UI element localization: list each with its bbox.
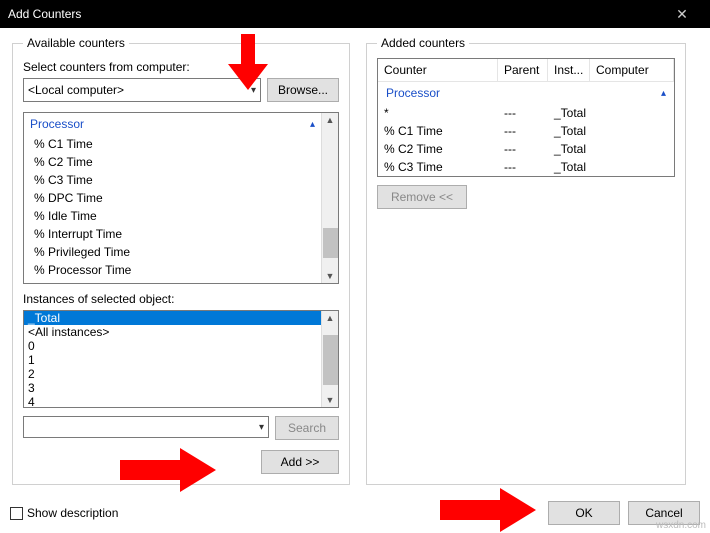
counters-scrollbar[interactable]: ▲ ▼ [321,113,338,283]
table-row[interactable]: % C2 Time---_Total [378,140,674,158]
added-counters-group: Added counters Counter Parent Inst... Co… [366,36,686,485]
counter-item[interactable]: % C1 Time [24,135,321,153]
instance-item[interactable]: 2 [24,367,321,381]
col-computer[interactable]: Computer [590,59,674,81]
counter-item[interactable]: % DPC Time [24,189,321,207]
table-cell: --- [498,140,548,158]
table-cell: _Total [548,122,590,140]
available-counters-group: Available counters Select counters from … [12,36,350,485]
checkbox-icon[interactable] [10,507,23,520]
col-counter[interactable]: Counter [378,59,498,81]
instances-scrollbar[interactable]: ▲ ▼ [321,311,338,407]
counters-listbox[interactable]: Processor ▴ % C1 Time% C2 Time% C3 Time%… [23,112,339,284]
counter-group-header[interactable]: Processor ▴ [24,113,321,135]
ok-button[interactable]: OK [548,501,620,525]
chevron-down-icon: ▾ [259,422,264,433]
counter-group-name: Processor [30,117,84,131]
scroll-down-icon[interactable]: ▼ [326,393,335,407]
dialog-footer: Show description OK Cancel [10,501,700,525]
remove-button[interactable]: Remove << [377,185,467,209]
instance-item[interactable]: _Total [24,311,321,325]
scroll-up-icon[interactable]: ▲ [326,311,335,325]
table-cell [590,122,674,140]
table-cell: * [378,104,498,122]
counter-item[interactable]: % Idle Time [24,207,321,225]
select-computer-label: Select counters from computer: [23,60,339,74]
watermark: wsxdn.com [656,520,706,531]
counter-item[interactable]: % Processor Time [24,261,321,279]
scroll-up-icon[interactable]: ▲ [326,113,335,127]
computer-dropdown[interactable]: <Local computer> ▾ [23,78,261,102]
chevron-up-icon: ▴ [310,119,315,130]
titlebar: Add Counters ✕ [0,0,710,28]
counter-item[interactable]: % Privileged Time [24,243,321,261]
table-cell: % C3 Time [378,158,498,176]
chevron-up-icon: ▴ [661,88,666,99]
instances-label: Instances of selected object: [23,292,339,306]
table-cell: % C1 Time [378,122,498,140]
instance-item[interactable]: <All instances> [24,325,321,339]
browse-button[interactable]: Browse... [267,78,339,102]
table-cell [590,158,674,176]
search-button[interactable]: Search [275,416,339,440]
available-legend: Available counters [23,36,129,50]
scroll-thumb[interactable] [323,228,338,258]
table-cell [590,104,674,122]
table-cell: --- [498,158,548,176]
add-button[interactable]: Add >> [261,450,339,474]
instance-search-input[interactable]: ▾ [23,416,269,438]
scroll-thumb[interactable] [323,335,338,385]
show-description-checkbox[interactable]: Show description [10,506,118,520]
instance-item[interactable]: 1 [24,353,321,367]
instance-item[interactable]: 3 [24,381,321,395]
instances-listbox[interactable]: _Total<All instances>012345 ▲ ▼ [23,310,339,408]
added-group-name: Processor [386,86,440,100]
window-title: Add Counters [8,7,81,21]
computer-dropdown-value: <Local computer> [28,83,124,97]
instance-item[interactable]: 4 [24,395,321,408]
table-row[interactable]: % C1 Time---_Total [378,122,674,140]
table-row[interactable]: *---_Total [378,104,674,122]
instance-item[interactable]: 0 [24,339,321,353]
added-group-header[interactable]: Processor ▴ [378,82,674,104]
table-header: Counter Parent Inst... Computer [378,59,674,82]
show-description-label: Show description [27,506,118,520]
chevron-down-icon: ▾ [251,85,256,96]
table-cell: --- [498,104,548,122]
scroll-down-icon[interactable]: ▼ [326,269,335,283]
added-legend: Added counters [377,36,469,50]
close-icon[interactable]: ✕ [662,3,702,25]
table-cell: _Total [548,140,590,158]
added-table: Counter Parent Inst... Computer Processo… [377,58,675,177]
table-cell: _Total [548,158,590,176]
col-instance[interactable]: Inst... [548,59,590,81]
table-cell: --- [498,122,548,140]
counter-item[interactable]: % Interrupt Time [24,225,321,243]
table-row[interactable]: % C3 Time---_Total [378,158,674,176]
counter-item[interactable]: % C3 Time [24,171,321,189]
col-parent[interactable]: Parent [498,59,548,81]
counter-item[interactable]: % C2 Time [24,153,321,171]
table-cell [590,140,674,158]
table-cell: _Total [548,104,590,122]
table-cell: % C2 Time [378,140,498,158]
